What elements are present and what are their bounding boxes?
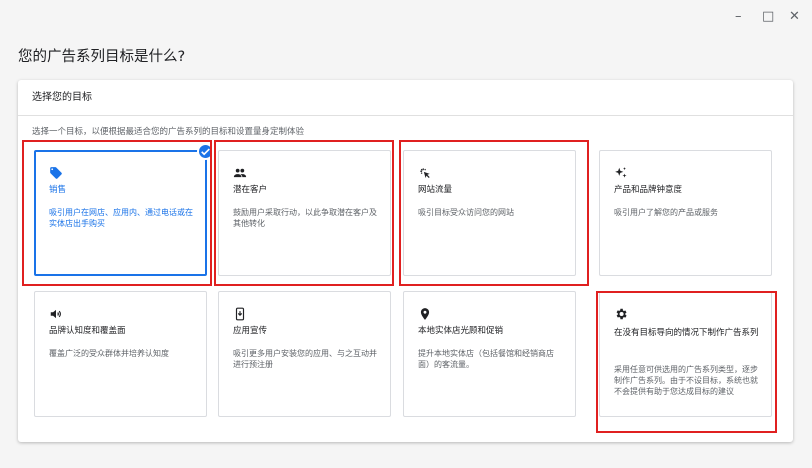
page-title: 您的广告系列目标是什么? xyxy=(18,49,186,65)
goal-description: 吸引用户了解您的产品或服务 xyxy=(614,208,718,217)
goal-description: 采用任意可供选用的广告系列类型，逐步制作广告系列。由于不设目标，系统也就不会提供… xyxy=(614,365,758,396)
goal-title: 应用宣传 xyxy=(233,326,268,336)
close-button[interactable]: ✕ xyxy=(789,10,800,24)
panel-subtitle: 选择一个目标，以便根据最适合您的广告系列的目标和设置量身定制体验 xyxy=(32,127,305,137)
check-icon xyxy=(197,143,214,160)
goal-title: 销售 xyxy=(49,185,67,195)
goal-card-leads[interactable]: 潜在客户 鼓励用户采取行动，以此争取潜在客户及其他转化 xyxy=(218,150,391,276)
goal-card-no-goal[interactable]: 在没有目标导向的情况下制作广告系列 采用任意可供选用的广告系列类型，逐步制作广告… xyxy=(599,291,772,417)
goal-card-app-promotion[interactable]: 应用宣传 吸引更多用户安装您的应用、与之互动并进行预注册 xyxy=(218,291,391,417)
speaker-icon xyxy=(49,306,63,320)
gear-icon xyxy=(614,306,628,320)
goal-card-website-traffic[interactable]: 网站流量 吸引目标受众访问您的网站 xyxy=(403,150,576,276)
tag-icon xyxy=(49,165,63,179)
goal-description: 吸引用户在网店、应用内、通过电话或在实体店出手购买 xyxy=(49,208,193,228)
goal-title: 产品和品牌钟意度 xyxy=(614,185,683,195)
goal-card-local-store-visits[interactable]: 本地实体店光顾和促销 提升本地实体店（包括餐馆和经销商店面）的客流量。 xyxy=(403,291,576,417)
click-icon xyxy=(418,165,432,179)
goal-description: 覆盖广泛的受众群体并培养认知度 xyxy=(49,349,169,358)
goal-card-product-consideration[interactable]: 产品和品牌钟意度 吸引用户了解您的产品或服务 xyxy=(599,150,772,276)
goal-title: 潜在客户 xyxy=(233,185,268,195)
goal-panel: 选择您的目标 选择一个目标，以便根据最适合您的广告系列的目标和设置量身定制体验 … xyxy=(18,80,793,442)
goal-title: 在没有目标导向的情况下制作广告系列 xyxy=(614,328,759,338)
panel-header: 选择您的目标 xyxy=(18,80,793,116)
goal-title: 网站流量 xyxy=(418,185,453,195)
maximize-button[interactable]: □ xyxy=(762,10,774,24)
location-pin-icon xyxy=(418,306,432,320)
people-icon xyxy=(233,165,247,179)
goal-description: 吸引目标受众访问您的网站 xyxy=(418,208,514,217)
sparkle-icon xyxy=(614,165,628,179)
goal-description: 吸引更多用户安装您的应用、与之互动并进行预注册 xyxy=(233,349,377,369)
goal-description: 鼓励用户采取行动，以此争取潜在客户及其他转化 xyxy=(233,208,377,228)
minimize-button[interactable]: – xyxy=(735,10,742,24)
phone-icon xyxy=(233,306,247,321)
goal-description: 提升本地实体店（包括餐馆和经销商店面）的客流量。 xyxy=(418,349,554,369)
goal-title: 本地实体店光顾和促销 xyxy=(418,326,504,336)
goal-card-sales[interactable]: 销售 吸引用户在网店、应用内、通过电话或在实体店出手购买 xyxy=(34,143,214,276)
goal-title: 品牌认知度和覆盖面 xyxy=(49,326,126,336)
goal-card-brand-awareness[interactable]: 品牌认知度和覆盖面 覆盖广泛的受众群体并培养认知度 xyxy=(34,291,207,417)
